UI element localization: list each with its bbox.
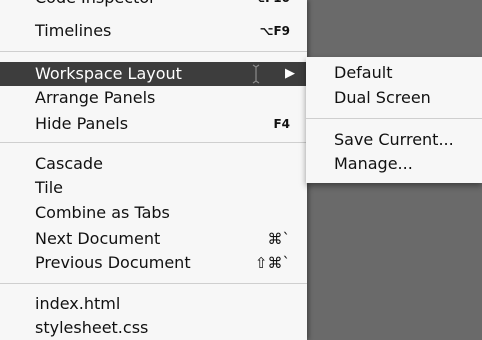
menu-item-shortcut: ⇧⌘` xyxy=(254,254,290,272)
window-menu: Code Inspector ⌥F10 Timelines ⌥F9 Worksp… xyxy=(0,0,307,340)
menu-item-label: Workspace Layout xyxy=(35,64,182,83)
menu-item-shortcut: ⌥F9 xyxy=(259,24,290,38)
menu-item-hide-panels[interactable]: Hide Panels F4 xyxy=(0,112,307,136)
menu-item-next-document[interactable]: Next Document ⌘` xyxy=(0,227,307,251)
menu-item-label: Combine as Tabs xyxy=(35,203,170,222)
menu-item-index-html[interactable]: index.html xyxy=(0,292,307,316)
workspace-layout-submenu: Default Dual Screen Save Current... Mana… xyxy=(306,57,482,183)
menu-item-shortcut: F4 xyxy=(273,117,290,131)
menu-item-stylesheet-css[interactable]: stylesheet.css xyxy=(0,316,307,340)
menu-separator xyxy=(0,283,307,284)
submenu-separator xyxy=(306,118,482,119)
menu-item-label: Tile xyxy=(35,178,64,197)
menu-item-label: Arrange Panels xyxy=(35,88,156,107)
menu-item-shortcut: ⌘` xyxy=(267,230,291,248)
submenu-item-label: Default xyxy=(334,63,393,82)
menu-item-shortcut: ⌥F10 xyxy=(251,0,290,10)
menu-separator xyxy=(0,142,307,143)
menu-item-label: stylesheet.css xyxy=(35,318,149,337)
menu-item-label: index.html xyxy=(35,294,121,313)
submenu-item-dual-screen[interactable]: Dual Screen xyxy=(306,87,482,109)
submenu-item-save-current[interactable]: Save Current... xyxy=(306,129,482,151)
menu-separator xyxy=(0,51,307,52)
i-beam-cursor-icon xyxy=(252,64,260,84)
submenu-item-label: Dual Screen xyxy=(334,88,431,107)
menu-item-previous-document[interactable]: Previous Document ⇧⌘` xyxy=(0,251,307,275)
menu-item-label: Cascade xyxy=(35,154,103,173)
menu-item-tile[interactable]: Tile xyxy=(0,176,307,200)
menu-item-label: Timelines xyxy=(35,21,112,40)
submenu-item-label: Save Current... xyxy=(334,130,454,149)
menu-item-code-inspector[interactable]: Code Inspector ⌥F10 xyxy=(0,0,307,10)
submenu-item-manage[interactable]: Manage... xyxy=(306,153,482,175)
menu-item-arrange-panels[interactable]: Arrange Panels xyxy=(0,86,307,110)
text-cursor-icon xyxy=(250,62,262,86)
submenu-item-default[interactable]: Default xyxy=(306,62,482,84)
menu-item-combine-as-tabs[interactable]: Combine as Tabs xyxy=(0,201,307,225)
menu-item-label: Code Inspector xyxy=(35,0,156,10)
menu-item-label: Next Document xyxy=(35,229,161,248)
submenu-arrow-icon: ▶ xyxy=(285,66,295,81)
menu-item-label: Hide Panels xyxy=(35,114,129,133)
menu-item-cascade[interactable]: Cascade xyxy=(0,152,307,176)
submenu-item-label: Manage... xyxy=(334,154,413,173)
menu-item-timelines[interactable]: Timelines ⌥F9 xyxy=(0,19,307,43)
menu-item-label: Previous Document xyxy=(35,253,191,272)
